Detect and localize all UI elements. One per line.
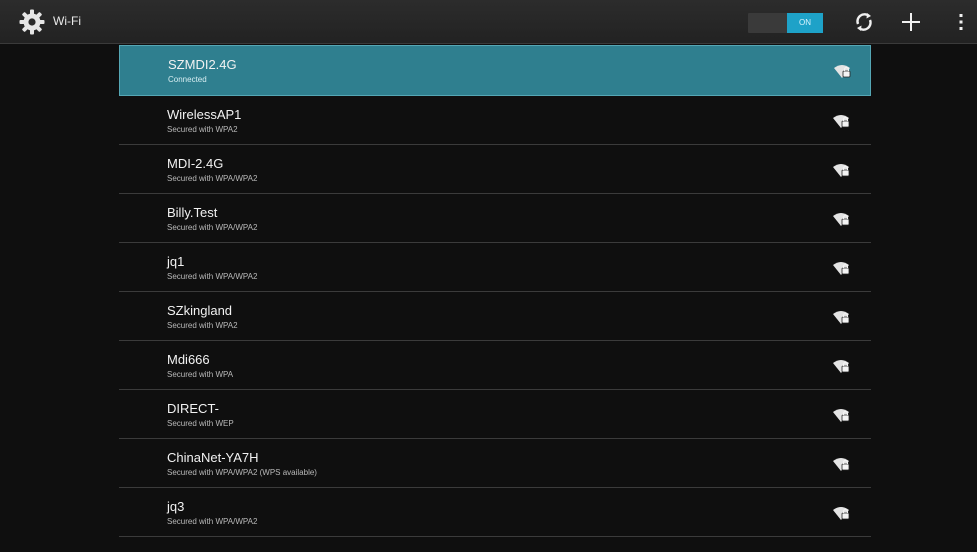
network-status: Secured with WPA/WPA2 — [167, 517, 258, 526]
wifi-signal-lock-icon — [832, 407, 850, 423]
network-row[interactable]: jq3 Secured with WPA/WPA2 — [119, 488, 871, 537]
network-ssid: DIRECT- — [167, 401, 219, 416]
wifi-toggle-switch[interactable]: ON — [748, 13, 823, 33]
network-ssid: MDI-2.4G — [167, 156, 224, 171]
network-row[interactable]: SZMDI2.4G Connected — [119, 45, 871, 96]
page-title: Wi-Fi — [53, 14, 81, 28]
wifi-signal-lock-icon — [832, 358, 850, 374]
network-status: Secured with WPA2 — [167, 321, 238, 330]
wifi-signal-lock-icon — [832, 162, 850, 178]
network-status: Secured with WPA/WPA2 — [167, 223, 258, 232]
network-status: Secured with WPA/WPA2 — [167, 272, 258, 281]
network-ssid: jq3 — [167, 499, 185, 514]
network-row[interactable]: Mdi666 Secured with WPA — [119, 341, 871, 390]
network-ssid: SZkingland — [167, 303, 233, 318]
wifi-signal-lock-icon — [832, 456, 850, 472]
overflow-menu-button[interactable] — [946, 8, 976, 36]
wifi-toggle-state: ON — [787, 13, 823, 33]
network-ssid: WirelessAP1 — [167, 107, 242, 122]
network-row[interactable]: MDI-2.4G Secured with WPA/WPA2 — [119, 145, 871, 194]
network-ssid: jq1 — [167, 254, 185, 269]
network-ssid: SZMDI2.4G — [168, 57, 237, 72]
network-row[interactable]: ChinaNet-YA7H Secured with WPA/WPA2 (WPS … — [119, 439, 871, 488]
settings-gear-icon[interactable] — [18, 8, 46, 36]
network-ssid: Mdi666 — [167, 352, 210, 367]
network-status: Secured with WPA — [167, 370, 234, 379]
network-list: SZMDI2.4G Connected WirelessAP1 Secured wit… — [119, 45, 871, 537]
network-status: Secured with WPA2 — [167, 125, 238, 134]
network-status: Connected — [168, 75, 207, 84]
wifi-signal-lock-icon — [832, 309, 850, 325]
network-status: Secured with WPA/WPA2 — [167, 174, 258, 183]
wifi-signal-lock-icon — [833, 63, 851, 79]
add-network-icon — [902, 13, 920, 31]
wifi-signal-lock-icon — [832, 211, 850, 227]
network-ssid: ChinaNet-YA7H — [167, 450, 259, 465]
network-row[interactable]: Billy.Test Secured with WPA/WPA2 — [119, 194, 871, 243]
network-ssid: Billy.Test — [167, 205, 218, 220]
network-row[interactable]: jq1 Secured with WPA/WPA2 — [119, 243, 871, 292]
network-row[interactable]: WirelessAP1 Secured with WPA2 — [119, 96, 871, 145]
wifi-signal-lock-icon — [832, 113, 850, 129]
network-status: Secured with WEP — [167, 419, 234, 428]
network-row[interactable]: DIRECT- Secured with WEP — [119, 390, 871, 439]
network-row[interactable]: SZkingland Secured with WPA2 — [119, 292, 871, 341]
wifi-signal-lock-icon — [832, 260, 850, 276]
wifi-signal-lock-icon — [832, 505, 850, 521]
network-status: Secured with WPA/WPA2 (WPS available) — [167, 468, 317, 477]
wps-scan-icon — [856, 13, 872, 31]
add-network-button[interactable] — [896, 8, 926, 36]
wifi-settings-screen: Wi-Fi ON SZMDI2.4G Connected WirelessAP1… — [0, 0, 977, 552]
wps-scan-button[interactable] — [849, 8, 879, 36]
overflow-menu-icon — [959, 14, 963, 30]
action-bar: Wi-Fi ON — [0, 0, 977, 44]
